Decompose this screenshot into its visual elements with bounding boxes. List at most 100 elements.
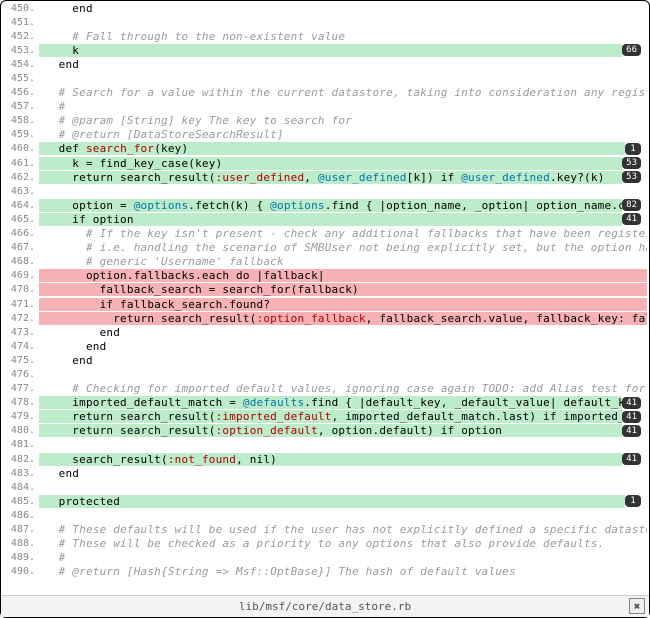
line-content: # i.e. handling the scenario of SMBUser … bbox=[39, 241, 647, 254]
line-number: 467. bbox=[1, 242, 39, 253]
line-content: def search_for(key) bbox=[39, 142, 625, 155]
code-token: # @return [Hash{String => Msf::OptBase}]… bbox=[59, 565, 516, 578]
line-number: 485. bbox=[1, 496, 39, 507]
code-token: return search_result( bbox=[72, 424, 215, 437]
line-content: # Search for a value within the current … bbox=[39, 86, 647, 99]
code-token: protected bbox=[59, 495, 120, 508]
code-token: return search_result( bbox=[72, 410, 215, 423]
line-number: 472. bbox=[1, 313, 39, 324]
line-number: 462. bbox=[1, 172, 39, 183]
code-line[interactable]: 482. search_result(:not_found, nil)41 bbox=[1, 452, 647, 466]
code-token: # These will be checked as a priority to… bbox=[59, 537, 605, 550]
code-line[interactable]: 467. # i.e. handling the scenario of SMB… bbox=[1, 241, 647, 255]
code-line[interactable]: 469. option.fallbacks.each do |fallback| bbox=[1, 269, 647, 283]
code-line[interactable]: 461. k = find_key_case(key)53 bbox=[1, 156, 647, 170]
line-number: 471. bbox=[1, 299, 39, 310]
code-line[interactable]: 453. k66 bbox=[1, 43, 647, 57]
line-content: k bbox=[39, 44, 622, 57]
code-token: end bbox=[59, 467, 79, 480]
line-content: # @return [Hash{String => Msf::OptBase}]… bbox=[39, 565, 647, 578]
code-line[interactable]: 466. # If the key isn't present - check … bbox=[1, 227, 647, 241]
code-line[interactable]: 462. return search_result(:user_defined,… bbox=[1, 170, 647, 184]
code-line[interactable]: 459. # @return [DataStoreSearchResult] bbox=[1, 128, 647, 142]
code-token: :user_defined bbox=[216, 171, 305, 184]
code-token: if fallback_search.found? bbox=[100, 298, 271, 311]
line-content: # @param [String] key The key to search … bbox=[39, 114, 647, 127]
code-line[interactable]: 483. end bbox=[1, 466, 647, 480]
code-line[interactable]: 473. end bbox=[1, 325, 647, 339]
code-line[interactable]: 485. protected1 bbox=[1, 494, 647, 508]
code-line[interactable]: 478. imported_default_match = @defaults.… bbox=[1, 396, 647, 410]
line-number: 454. bbox=[1, 59, 39, 70]
line-content: # These will be checked as a priority to… bbox=[39, 537, 647, 550]
code-token: end bbox=[86, 340, 106, 353]
code-line[interactable]: 452. # Fall through to the non-existent … bbox=[1, 29, 647, 43]
code-line[interactable]: 479. return search_result(:imported_defa… bbox=[1, 410, 647, 424]
code-line[interactable]: 456. # Search for a value within the cur… bbox=[1, 86, 647, 100]
line-content: k = find_key_case(key) bbox=[39, 157, 622, 170]
code-line[interactable]: 470. fallback_search = search_for(fallba… bbox=[1, 283, 647, 297]
code-line[interactable]: 450. end bbox=[1, 1, 647, 15]
line-content: end bbox=[39, 2, 647, 15]
line-number: 450. bbox=[1, 3, 39, 14]
code-token: end bbox=[72, 354, 92, 367]
coverage-badge: 41 bbox=[622, 453, 641, 465]
code-line[interactable]: 477. # Checking for imported default val… bbox=[1, 382, 647, 396]
code-line[interactable]: 471. if fallback_search.found? bbox=[1, 297, 647, 311]
code-line[interactable]: 457. # bbox=[1, 100, 647, 114]
line-content: option.fallbacks.each do |fallback| bbox=[39, 269, 647, 282]
code-line[interactable]: 465. if option41 bbox=[1, 212, 647, 226]
code-viewer[interactable]: 450. end451.452. # Fall through to the n… bbox=[1, 1, 649, 595]
line-number: 478. bbox=[1, 397, 39, 408]
coverage-badge: 82 bbox=[622, 199, 641, 211]
close-icon[interactable]: ✖ bbox=[629, 598, 645, 614]
code-line[interactable]: 488. # These will be checked as a priori… bbox=[1, 537, 647, 551]
code-token: , imported_default_match.last) if import… bbox=[332, 410, 623, 423]
code-line[interactable]: 490. # @return [Hash{String => Msf::OptB… bbox=[1, 565, 647, 579]
line-number: 479. bbox=[1, 411, 39, 422]
code-token: k bbox=[72, 44, 79, 57]
code-line[interactable]: 451. bbox=[1, 15, 647, 29]
coverage-badge: 41 bbox=[622, 213, 641, 225]
code-line[interactable]: 489. # bbox=[1, 551, 647, 565]
code-token: fallback_search = search_for(fallback) bbox=[100, 283, 359, 296]
code-line[interactable]: 464. option = @options.fetch(k) { @optio… bbox=[1, 198, 647, 212]
code-line[interactable]: 480. return search_result(:option_defaul… bbox=[1, 424, 647, 438]
line-number: 477. bbox=[1, 383, 39, 394]
line-content: end bbox=[39, 354, 647, 367]
line-content: # These defaults will be used if the use… bbox=[39, 523, 647, 536]
line-number: 474. bbox=[1, 341, 39, 352]
code-token: option = bbox=[72, 199, 133, 212]
coverage-badge: 41 bbox=[622, 411, 641, 423]
line-content: if fallback_search.found? bbox=[39, 298, 647, 311]
code-line[interactable]: 484. bbox=[1, 480, 647, 494]
code-line[interactable]: 468. # generic 'Username' fallback bbox=[1, 255, 647, 269]
code-token: # Checking for imported default values, … bbox=[72, 382, 647, 395]
line-content: end bbox=[39, 58, 647, 71]
line-content: # generic 'Username' fallback bbox=[39, 255, 647, 268]
code-token: end bbox=[59, 58, 79, 71]
line-number: 466. bbox=[1, 228, 39, 239]
code-line[interactable]: 475. end bbox=[1, 353, 647, 367]
code-token: @options bbox=[134, 199, 189, 212]
coverage-badge: 53 bbox=[622, 157, 641, 169]
code-token: , nil) bbox=[236, 453, 277, 466]
line-number: 468. bbox=[1, 256, 39, 267]
code-line[interactable]: 460. def search_for(key)1 bbox=[1, 142, 647, 156]
code-line[interactable]: 463. bbox=[1, 184, 647, 198]
line-number: 473. bbox=[1, 327, 39, 338]
code-line[interactable]: 454. end bbox=[1, 57, 647, 71]
line-number: 481. bbox=[1, 439, 39, 450]
line-number: 457. bbox=[1, 101, 39, 112]
code-line[interactable]: 455. bbox=[1, 71, 647, 85]
code-line[interactable]: 458. # @param [String] key The key to se… bbox=[1, 114, 647, 128]
code-line[interactable]: 474. end bbox=[1, 339, 647, 353]
code-line[interactable]: 472. return search_result(:option_fallba… bbox=[1, 311, 647, 325]
code-token: :imported_default bbox=[216, 410, 332, 423]
code-line[interactable]: 481. bbox=[1, 438, 647, 452]
code-token: # If the key isn't present - check any a… bbox=[86, 227, 647, 240]
code-line[interactable]: 487. # These defaults will be used if th… bbox=[1, 522, 647, 536]
code-line[interactable]: 476. bbox=[1, 367, 647, 381]
line-content: # bbox=[39, 551, 647, 564]
code-line[interactable]: 486. bbox=[1, 508, 647, 522]
